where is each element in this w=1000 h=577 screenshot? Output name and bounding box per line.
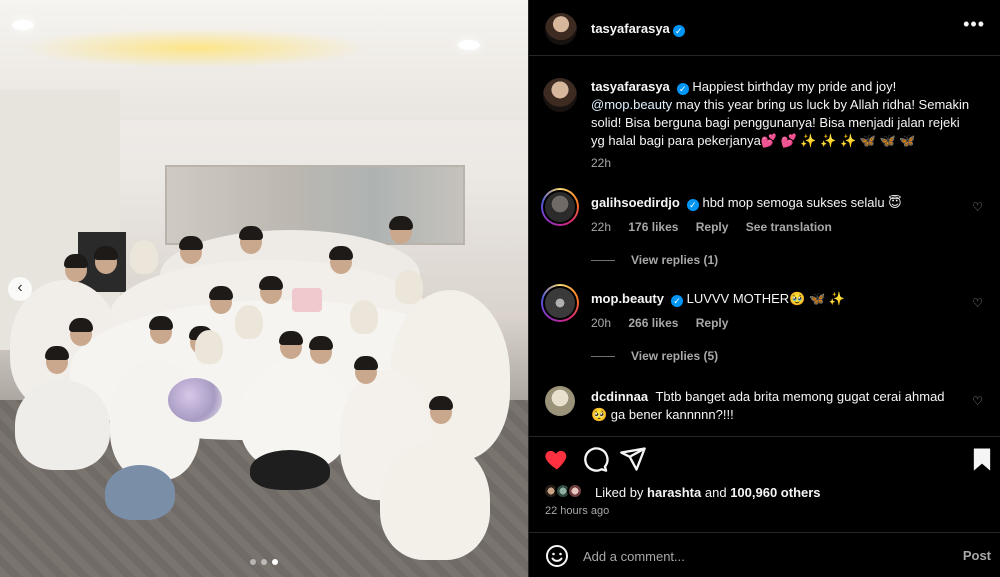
caption-mention-link[interactable]: @mop.beauty xyxy=(591,97,672,112)
comment-time[interactable]: 20h xyxy=(591,316,611,330)
liker-avatar[interactable] xyxy=(567,483,583,499)
comment-text: dcdinnaa Tbtb banget ada brita memong gu… xyxy=(591,388,971,424)
view-replies-label: View replies (5) xyxy=(631,349,719,363)
comment-likes[interactable]: 176 likes xyxy=(628,220,678,234)
post-actions: Liked by harashta and 100,960 others 22 … xyxy=(529,436,1000,526)
comments-list: tasyafarasya ✓ Happiest birthday my pride… xyxy=(529,56,1000,436)
comment-username[interactable]: dcdinnaa xyxy=(591,389,648,404)
caption-username[interactable]: tasyafarasya xyxy=(591,79,670,94)
photo-downlight xyxy=(458,40,480,50)
post-photo[interactable]: ‹ xyxy=(0,0,528,577)
commenter-avatar[interactable] xyxy=(545,386,575,416)
emoji-icon[interactable] xyxy=(545,544,569,568)
like-heart-icon[interactable] xyxy=(543,445,571,473)
caption-avatar[interactable] xyxy=(543,78,577,112)
comment-like-icon[interactable]: ♡ xyxy=(972,200,983,214)
save-bookmark-icon[interactable] xyxy=(968,445,996,473)
comment-likes[interactable]: 266 likes xyxy=(628,316,678,330)
photo-bouquet xyxy=(168,378,222,422)
comment-like-icon[interactable]: ♡ xyxy=(972,296,983,310)
carousel-prev-button[interactable]: ‹ xyxy=(8,277,32,301)
author-username[interactable]: tasyafarasya xyxy=(591,21,670,36)
add-comment-bar: Post xyxy=(529,532,1000,577)
comment-like-icon[interactable]: ♡ xyxy=(972,394,983,408)
comment-meta: 20h 266 likes Reply xyxy=(591,316,742,330)
comment-icon[interactable] xyxy=(581,445,609,473)
comment-body: LUVVV MOTHER🥹 🦋 ✨ xyxy=(686,291,845,306)
caption-body: Happiest birthday my pride and joy! xyxy=(692,79,897,94)
photo-light xyxy=(20,28,370,68)
story-ring[interactable] xyxy=(541,284,579,322)
instagram-post-view: ‹ tasyafarasya ✓ ••• tasyafarasya ✓ Happie… xyxy=(0,0,1000,577)
view-replies-button[interactable]: View replies (1) xyxy=(591,253,718,267)
comment-username[interactable]: galihsoedirdjo xyxy=(591,195,680,210)
comment-time[interactable]: 22h xyxy=(591,220,611,234)
carousel-dots xyxy=(250,559,278,565)
comment-body: hbd mop semoga sukses selalu 😇 xyxy=(702,195,902,210)
post-sidebar: tasyafarasya ✓ ••• tasyafarasya ✓ Happiest… xyxy=(528,0,1000,577)
commenter-avatar[interactable] xyxy=(543,190,577,224)
commenter-avatar[interactable] xyxy=(543,286,577,320)
comment-text: galihsoedirdjo ✓ hbd mop semoga sukses se… xyxy=(591,194,971,212)
liked-by-text: Liked by harashta and 100,960 others xyxy=(595,485,821,500)
photo-downlight xyxy=(12,20,34,30)
liked-by-prefix: Liked by xyxy=(595,485,644,500)
post-comment-button[interactable]: Post xyxy=(963,548,991,563)
comment-text: mop.beauty ✓ LUVVV MOTHER🥹 🦋 ✨ xyxy=(591,290,971,308)
comment-body-line2: 🥺 ga bener kannnnn?!!! xyxy=(591,407,734,422)
more-options-icon[interactable]: ••• xyxy=(963,14,985,35)
verified-icon: ✓ xyxy=(670,295,683,307)
photo-crowd xyxy=(10,210,520,560)
see-translation-link[interactable]: See translation xyxy=(746,220,832,234)
author-name-block: tasyafarasya ✓ xyxy=(591,20,685,38)
view-replies-label: View replies (1) xyxy=(631,253,719,267)
comment-reply-button[interactable]: Reply xyxy=(696,220,729,234)
caption-meta: 22h xyxy=(591,156,625,170)
comment-body: Tbtb banget ada brita memong gugat cerai… xyxy=(655,389,945,404)
comment-username[interactable]: mop.beauty xyxy=(591,291,664,306)
carousel-dot xyxy=(261,559,267,565)
caption-text: tasyafarasya ✓ Happiest birthday my pride… xyxy=(591,78,971,150)
post-time-ago[interactable]: 22 hours ago xyxy=(545,505,609,517)
author-avatar[interactable] xyxy=(545,13,577,45)
replies-line xyxy=(591,260,615,262)
liked-by-count[interactable]: 100,960 others xyxy=(730,485,820,500)
liked-by-user[interactable]: harashta xyxy=(647,485,701,500)
carousel-dot xyxy=(250,559,256,565)
comment-reply-button[interactable]: Reply xyxy=(696,316,729,330)
verified-icon: ✓ xyxy=(676,83,689,95)
view-replies-button[interactable]: View replies (5) xyxy=(591,349,718,363)
share-icon[interactable] xyxy=(619,445,647,473)
replies-line xyxy=(591,356,615,358)
carousel-dot-active xyxy=(272,559,278,565)
verified-icon: ✓ xyxy=(686,199,699,211)
story-ring[interactable] xyxy=(541,188,579,226)
photo-cake xyxy=(292,288,322,312)
post-header: tasyafarasya ✓ ••• xyxy=(529,0,1000,56)
liked-by-and: and xyxy=(704,485,727,500)
comment-meta: 22h 176 likes Reply See translation xyxy=(591,220,846,234)
verified-icon: ✓ xyxy=(672,25,685,37)
caption-time[interactable]: 22h xyxy=(591,156,611,170)
add-comment-input[interactable] xyxy=(583,547,943,565)
